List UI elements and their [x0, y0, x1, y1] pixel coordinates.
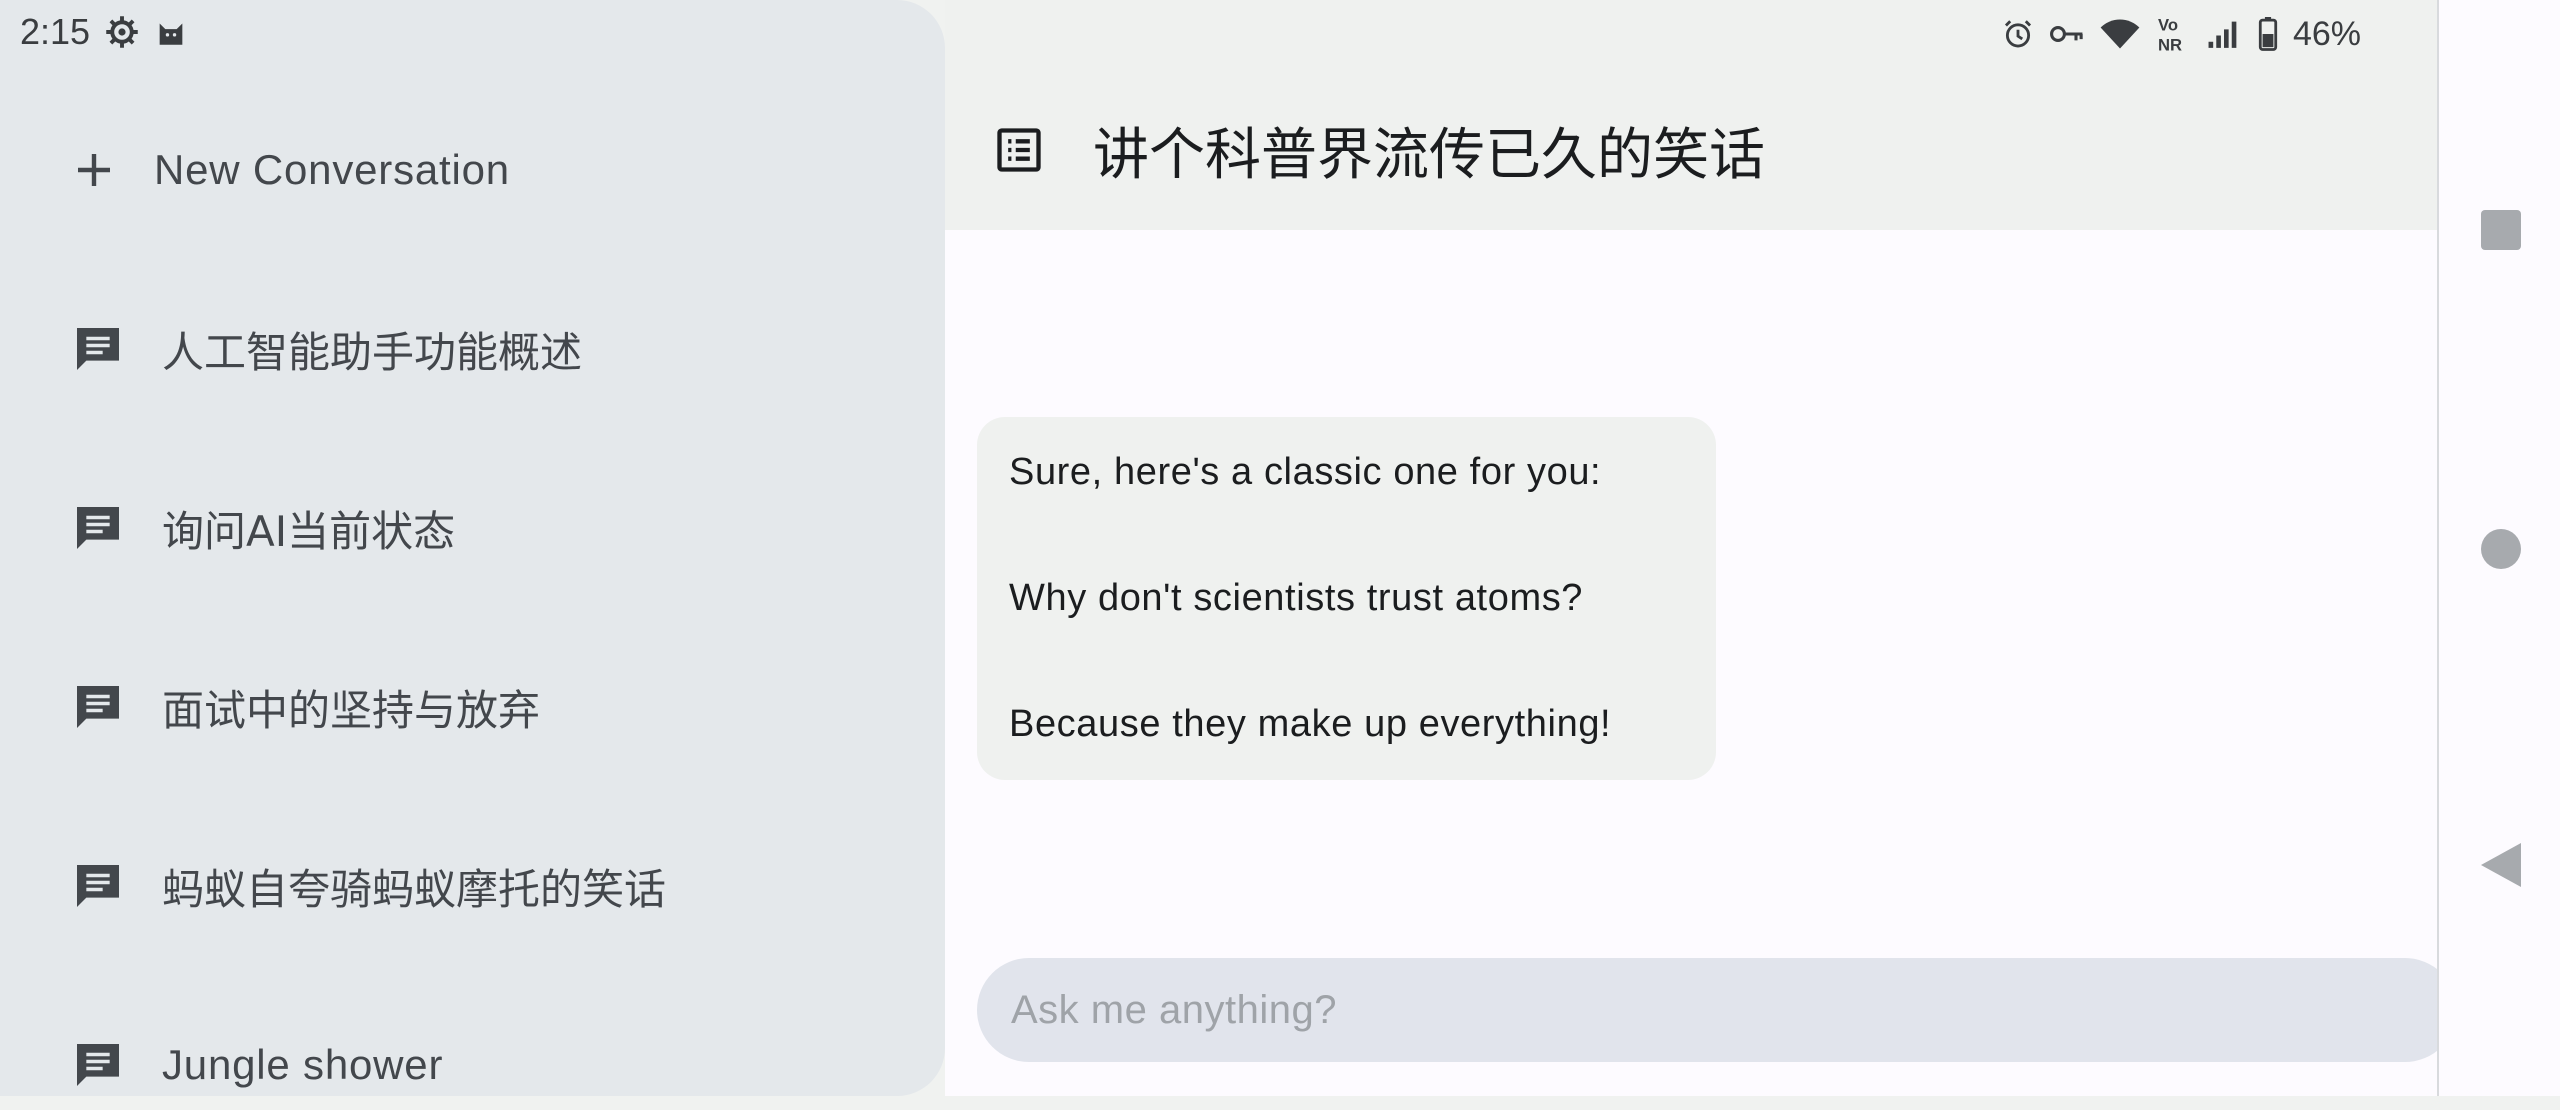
conversation-item[interactable]: 面试中的坚持与放弃	[70, 662, 540, 752]
new-conversation-button[interactable]: New Conversation	[70, 125, 510, 215]
recents-button[interactable]	[2439, 205, 2560, 255]
app-bar: Vo NR 46% 讲个科普界流传已久的笑话	[945, 0, 2437, 230]
back-button[interactable]	[2439, 840, 2560, 890]
list-icon[interactable]	[993, 124, 1045, 176]
chat-bubble-icon	[70, 858, 126, 914]
message-line-3: Because they make up everything!	[1009, 703, 1612, 745]
header-row: 讲个科普界流传已久的笑话	[993, 110, 1765, 190]
chat-bubble-icon	[70, 1037, 126, 1093]
cellular-signal-icon	[2205, 17, 2243, 51]
svg-text:NR: NR	[2158, 36, 2182, 54]
status-time: 2:15	[20, 11, 91, 52]
vonr-icon: Vo NR	[2155, 14, 2191, 54]
chat-content: Sure, here's a classic one for you: Why …	[945, 230, 2457, 1096]
conversation-item[interactable]: 人工智能助手功能概述	[70, 304, 582, 394]
conversation-item[interactable]: 蚂蚁自夸骑蚂蚁摩托的笑话	[70, 841, 666, 931]
message-line-2: Why don't scientists trust atoms?	[1009, 577, 1584, 619]
svg-text:Vo: Vo	[2158, 16, 2178, 35]
circle-home-icon	[2480, 529, 2521, 569]
home-button[interactable]	[2439, 524, 2560, 574]
status-bar-right: Vo NR 46%	[2001, 12, 2361, 56]
chat-bubble-icon	[70, 500, 126, 556]
settings-gear-icon	[104, 14, 140, 50]
status-bar-left: 2:15	[20, 10, 188, 54]
conversation-label: Jungle shower	[162, 1041, 444, 1088]
message-input[interactable]	[1009, 986, 2457, 1034]
plus-icon	[70, 146, 118, 194]
message-spacer	[1009, 630, 1684, 693]
conversation-label: 蚂蚁自夸骑蚂蚁摩托的笑话	[162, 864, 667, 914]
message-composer	[977, 958, 2457, 1062]
conversation-title: 讲个科普界流传已久的笑话	[1093, 122, 1765, 188]
conversation-item[interactable]: Jungle shower	[70, 1020, 443, 1110]
conversation-label: 人工智能助手功能概述	[162, 327, 583, 377]
conversation-label: 面试中的坚持与放弃	[162, 685, 541, 735]
system-navigation-bar	[2437, 0, 2560, 1096]
navigation-drawer: 2:15 New Conversation 人工智能助手功能概述 询问AI当前状…	[0, 0, 945, 1096]
alarm-icon	[2001, 17, 2035, 51]
battery-percentage: 46%	[2292, 14, 2361, 53]
chat-bubble-icon	[70, 321, 126, 377]
vpn-key-icon	[2049, 19, 2085, 49]
message-line-1: Sure, here's a classic one for you:	[1009, 451, 1602, 493]
assistant-message-bubble: Sure, here's a classic one for you: Why …	[977, 417, 1716, 780]
conversation-item[interactable]: 询问AI当前状态	[70, 483, 455, 573]
message-spacer	[1009, 504, 1684, 567]
battery-icon	[2257, 17, 2279, 51]
triangle-back-icon	[2480, 843, 2521, 887]
chat-bubble-icon	[70, 679, 126, 735]
new-conversation-label: New Conversation	[154, 146, 510, 193]
cat-icon	[154, 15, 188, 49]
square-recents-icon	[2480, 210, 2521, 250]
wifi-icon	[2099, 17, 2141, 51]
conversation-label: 询问AI当前状态	[162, 506, 456, 556]
